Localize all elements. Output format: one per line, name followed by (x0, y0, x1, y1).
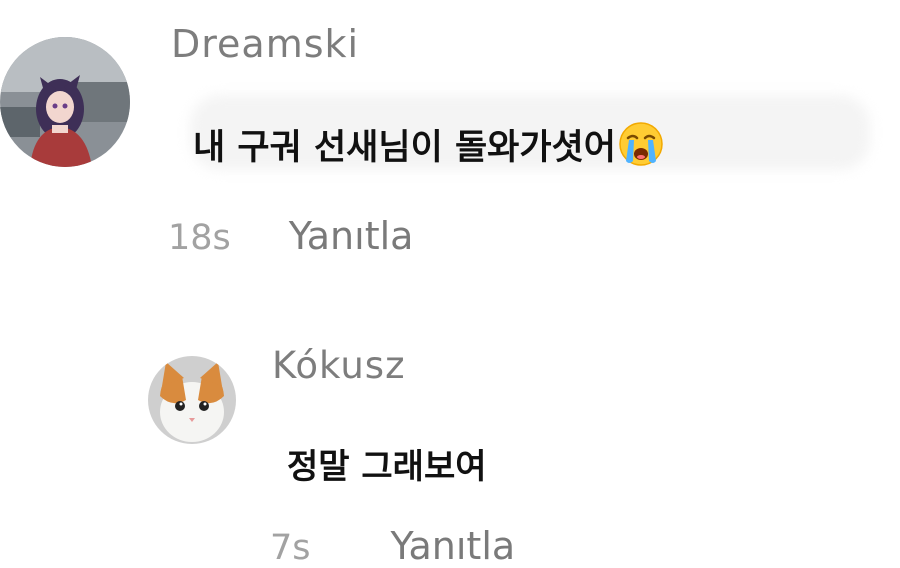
comment-meta: 18s Yanıtla (168, 214, 413, 258)
comment-username[interactable]: Dreamski (171, 22, 359, 66)
anime-catgirl-avatar-icon (0, 37, 130, 167)
cat-avatar-icon (148, 356, 236, 444)
avatar[interactable] (148, 356, 236, 444)
comment-meta: 7s Yanıtla (270, 524, 515, 568)
reply-button[interactable]: Yanıtla (289, 214, 414, 258)
comment-text-content: 내 구궈 선새님이 돌와가셧어 (193, 127, 616, 168)
comment-timestamp: 18s (168, 218, 231, 258)
avatar[interactable] (0, 37, 130, 167)
loudly-crying-face-icon (618, 121, 664, 167)
comment-timestamp: 7s (270, 528, 311, 568)
comment-text-content: 정말 그래보여 (287, 446, 487, 487)
comment-username[interactable]: Kókusz (272, 344, 406, 387)
comment-text: 정말 그래보여 (287, 437, 487, 489)
reply-button[interactable]: Yanıtla (391, 524, 516, 568)
comment-text: 내 구궈 선새님이 돌와가셧어 (193, 118, 664, 170)
